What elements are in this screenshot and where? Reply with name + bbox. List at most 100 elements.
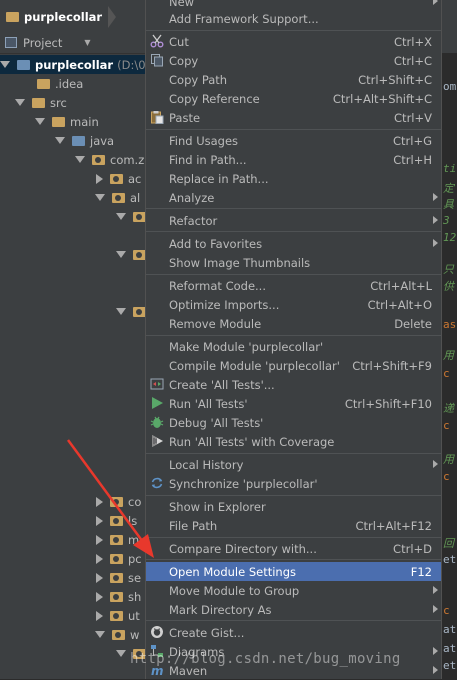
menu-item-compile-module[interactable]: Compile Module 'purplecollar' Ctrl+Shift… xyxy=(146,356,441,375)
package-icon xyxy=(110,572,123,583)
menu-item-remove-module[interactable]: Remove Module Delete xyxy=(146,314,441,333)
menu-item-find-in-path[interactable]: Find in Path... Ctrl+H xyxy=(146,150,441,169)
tree-item-java[interactable]: java xyxy=(55,131,114,150)
project-panel-title[interactable]: Project xyxy=(23,36,62,50)
collapsed-icon[interactable] xyxy=(96,534,103,545)
expand-icon[interactable] xyxy=(116,251,126,258)
collapsed-icon[interactable] xyxy=(96,572,103,583)
menu-item-create-all-tests[interactable]: Create 'All Tests'... xyxy=(146,375,441,394)
tree-item-m[interactable]: m xyxy=(96,530,139,549)
menu-item-label: Compare Directory with... xyxy=(169,541,317,556)
tree-item-package[interactable]: com.z xyxy=(75,150,144,169)
menu-item-copy[interactable]: Copy Ctrl+C xyxy=(146,51,441,70)
expand-icon[interactable] xyxy=(116,308,126,315)
expand-icon[interactable] xyxy=(95,194,105,201)
collapsed-icon[interactable] xyxy=(96,610,103,621)
tree-item-w[interactable]: w xyxy=(95,625,139,644)
menu-item-label: Copy xyxy=(169,53,199,68)
tree-item-ls[interactable]: ls xyxy=(96,511,137,530)
menu-item-local-history[interactable]: Local History xyxy=(146,455,441,474)
expand-icon[interactable] xyxy=(116,213,126,220)
package-icon xyxy=(92,154,105,165)
expand-icon[interactable] xyxy=(55,137,65,144)
editor-text: c xyxy=(443,470,450,483)
menu-item-reformat-code[interactable]: Reformat Code... Ctrl+Alt+L xyxy=(146,276,441,295)
breadcrumb-project[interactable]: purplecollar xyxy=(24,10,102,24)
tree-item-label: se xyxy=(128,570,142,585)
tree-item-src[interactable]: src xyxy=(15,93,67,112)
project-panel-header[interactable]: Project ▼ xyxy=(0,32,146,54)
breadcrumb[interactable]: purplecollar xyxy=(0,6,122,28)
editor-text: om xyxy=(443,80,457,93)
menu-item-optimize-imports[interactable]: Optimize Imports... Ctrl+Alt+O xyxy=(146,295,441,314)
package-icon xyxy=(110,610,123,621)
tree-item-ac[interactable]: ac xyxy=(96,169,141,188)
menu-item-add-to-favorites[interactable]: Add to Favorites xyxy=(146,234,441,253)
collapsed-icon[interactable] xyxy=(96,173,103,184)
tree-item-idea[interactable]: .idea xyxy=(37,74,83,93)
tree-item-ut[interactable]: ut xyxy=(96,606,140,625)
menu-item-shortcut: Ctrl+Shift+F9 xyxy=(352,358,432,373)
menu-separator xyxy=(146,274,441,275)
chevron-down-icon[interactable]: ▼ xyxy=(84,38,90,47)
folder-icon xyxy=(6,12,19,22)
editor-text: 12 xyxy=(443,231,457,244)
menu-item-copy-reference[interactable]: Copy Reference Ctrl+Alt+Shift+C xyxy=(146,89,441,108)
editor-text: ti xyxy=(443,162,457,175)
menu-item-show-image-thumbnails[interactable]: Show Image Thumbnails xyxy=(146,253,441,272)
menu-item-replace-in-path[interactable]: Replace in Path... xyxy=(146,169,441,188)
menu-item-create-gist[interactable]: Create Gist... xyxy=(146,623,441,642)
submenu-arrow-icon xyxy=(433,193,438,201)
project-icon xyxy=(5,37,17,48)
menu-item-run-all-tests[interactable]: Run 'All Tests' Ctrl+Shift+F10 xyxy=(146,394,441,413)
menu-item-copy-path[interactable]: Copy Path Ctrl+Shift+C xyxy=(146,70,441,89)
menu-item-shortcut: Delete xyxy=(394,316,432,331)
editor-area[interactable]: om ti 定 具 3 12 只 供 as 用 c 递 c 用 c 回 et c… xyxy=(441,54,457,679)
menu-item-shortcut: Ctrl+H xyxy=(393,152,432,167)
menu-item-paste[interactable]: Paste Ctrl+V xyxy=(146,108,441,127)
menu-item-synchronize[interactable]: Synchronize 'purplecollar' xyxy=(146,474,441,493)
tree-item-se[interactable]: se xyxy=(96,568,141,587)
menu-item-file-path[interactable]: File Path Ctrl+Alt+F12 xyxy=(146,516,441,535)
tree-item-label: ut xyxy=(128,608,140,623)
menu-item-debug-all-tests[interactable]: Debug 'All Tests' xyxy=(146,413,441,432)
tree-item-co[interactable]: co xyxy=(96,492,141,511)
menu-item-make-module[interactable]: Make Module 'purplecollar' xyxy=(146,337,441,356)
expand-icon[interactable] xyxy=(35,118,45,125)
menu-separator xyxy=(146,453,441,454)
menu-item-move-module-to-group[interactable]: Move Module to Group xyxy=(146,581,441,600)
menu-item-refactor[interactable]: Refactor xyxy=(146,211,441,230)
paste-icon xyxy=(150,110,164,124)
menu-item-analyze[interactable]: Analyze xyxy=(146,188,441,207)
tree-item-sh[interactable]: sh xyxy=(96,587,141,606)
menu-item-add-framework-support[interactable]: Add Framework Support... xyxy=(146,9,441,28)
tree-item-label: ac xyxy=(128,171,142,186)
menu-item-show-in-explorer[interactable]: Show in Explorer xyxy=(146,497,441,516)
menu-item-find-usages[interactable]: Find Usages Ctrl+G xyxy=(146,131,441,150)
tree-item-al[interactable]: al xyxy=(95,188,140,207)
project-tree[interactable]: purplecollar (D:\09sc .idea src main jav… xyxy=(0,54,165,679)
expand-icon[interactable] xyxy=(0,61,10,68)
collapsed-icon[interactable] xyxy=(96,591,103,602)
menu-item-mark-directory-as[interactable]: Mark Directory As xyxy=(146,600,441,619)
expand-icon[interactable] xyxy=(15,99,25,106)
menu-item-open-module-settings[interactable]: Open Module Settings F12 xyxy=(146,562,441,581)
tree-root[interactable]: purplecollar (D:\09sc xyxy=(0,55,165,74)
collapsed-icon[interactable] xyxy=(96,496,103,507)
expand-icon[interactable] xyxy=(95,631,105,638)
expand-icon[interactable] xyxy=(116,650,126,657)
tree-item-pc[interactable]: pc xyxy=(96,549,142,568)
menu-item-label: Analyze xyxy=(169,190,215,205)
menu-item-compare-directory[interactable]: Compare Directory with... Ctrl+D xyxy=(146,539,441,558)
menu-item-shortcut: Ctrl+Alt+F12 xyxy=(355,518,432,533)
watermark: http://blog.csdn.net/bug_moving xyxy=(130,651,401,667)
tree-item-main[interactable]: main xyxy=(35,112,99,131)
menu-item-run-with-coverage[interactable]: Run 'All Tests' with Coverage xyxy=(146,432,441,451)
editor-text: at xyxy=(443,642,457,655)
package-icon xyxy=(110,173,123,184)
collapsed-icon[interactable] xyxy=(96,515,103,526)
collapsed-icon[interactable] xyxy=(96,553,103,564)
menu-item-cut[interactable]: Cut Ctrl+X xyxy=(146,32,441,51)
expand-icon[interactable] xyxy=(75,156,85,163)
menu-item-label: Debug 'All Tests' xyxy=(169,415,264,430)
